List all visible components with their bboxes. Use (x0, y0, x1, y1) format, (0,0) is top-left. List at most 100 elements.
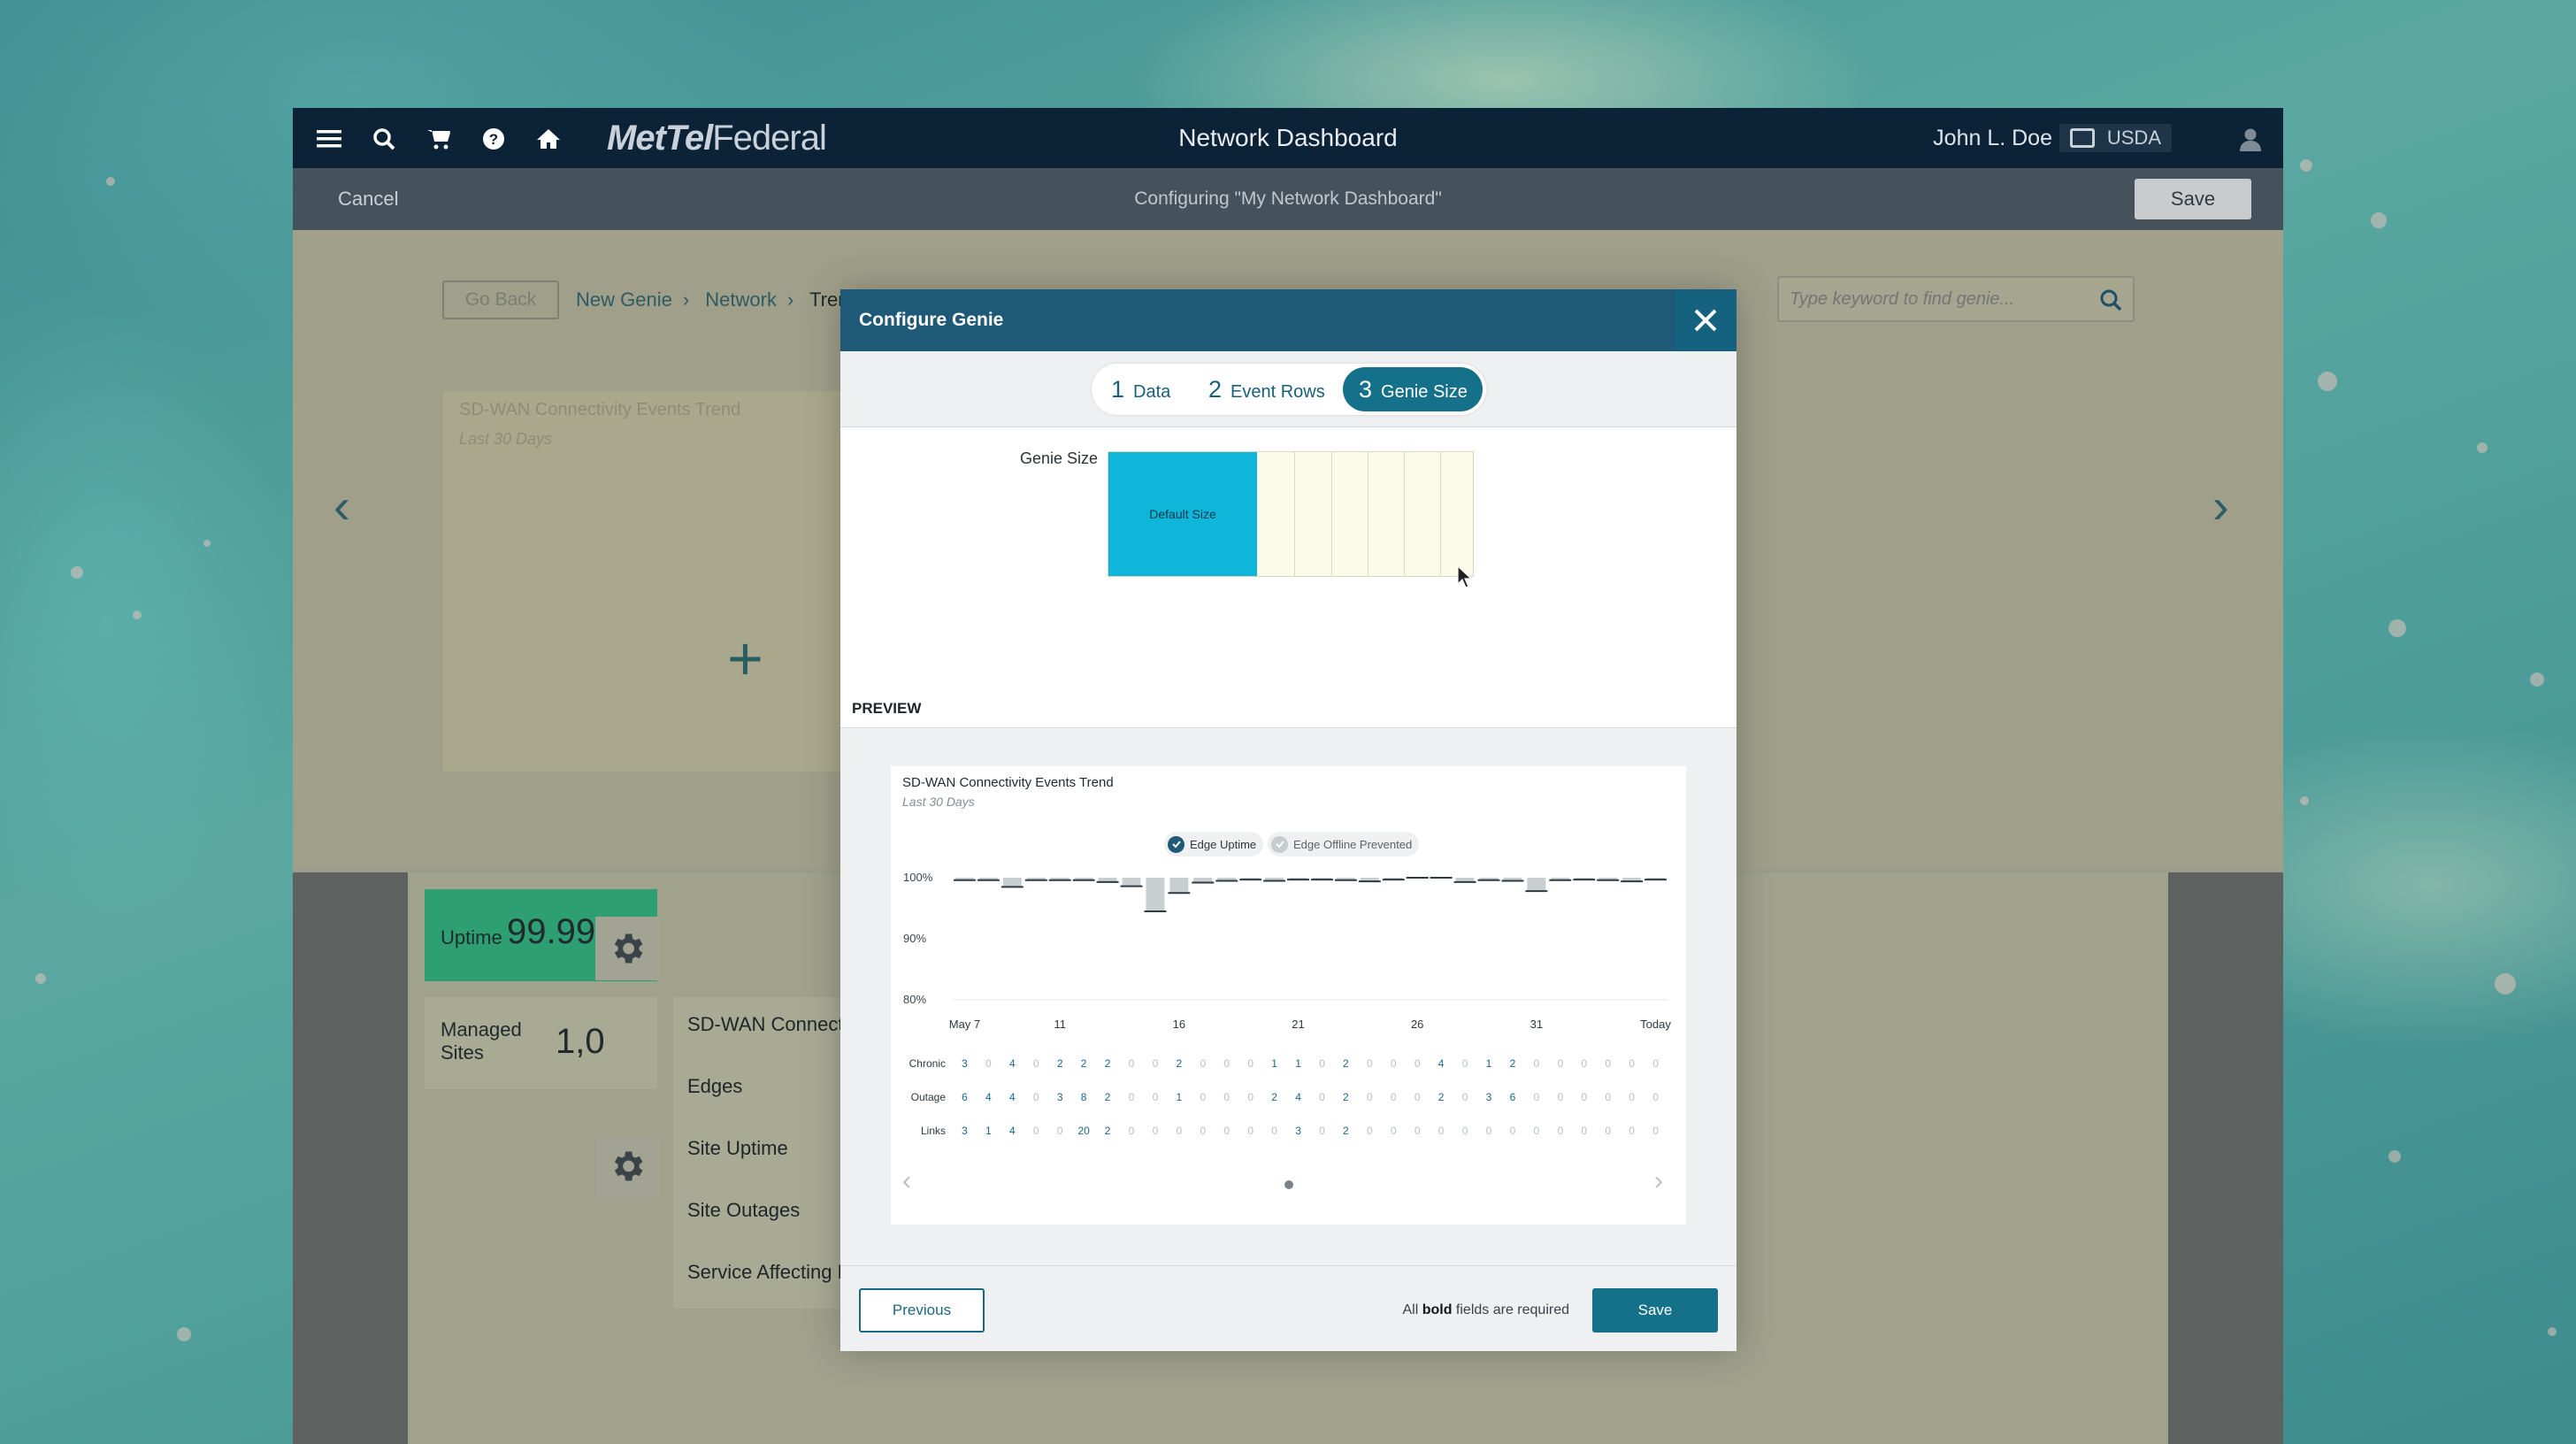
managed-sites-gear-icon[interactable] (595, 1134, 659, 1198)
table-cell-value: 0 (1223, 1091, 1230, 1103)
background-speck (2530, 672, 2544, 687)
uptime-gear-icon[interactable] (595, 917, 659, 980)
pagination-dot[interactable] (1284, 1180, 1293, 1189)
legend-edge-uptime[interactable]: Edge Uptime (1164, 832, 1264, 856)
table-cell-value: 4 (1438, 1057, 1445, 1070)
background-speck (177, 1327, 191, 1341)
table-cell-value: 0 (1652, 1057, 1659, 1070)
menu-icon[interactable] (316, 126, 342, 152)
save-button[interactable]: Save (1592, 1288, 1718, 1333)
uptime-value: 99.99 (507, 912, 596, 951)
table-cell-value: 3 (1486, 1091, 1492, 1103)
add-genie-plus-icon[interactable]: + (727, 627, 763, 689)
list-item[interactable]: SD-WAN Connect (687, 1013, 843, 1036)
user-avatar-icon[interactable] (2237, 126, 2264, 152)
default-size-block[interactable]: Default Size (1108, 452, 1257, 576)
svg-text:?: ? (489, 131, 498, 148)
modal-title: Configure Genie (859, 310, 1004, 330)
table-cell-value: 0 (1414, 1091, 1421, 1103)
background-speck (2388, 1150, 2401, 1163)
carousel-prev-icon[interactable]: ‹ (334, 480, 350, 533)
y-tick-label: 80% (903, 993, 926, 1006)
user-name[interactable]: John L. Doe (1933, 108, 2052, 168)
list-item[interactable]: Site Outages (687, 1199, 800, 1222)
stepper-band: 1 Data 2 Event Rows 3 Genie Size (840, 351, 1736, 427)
table-cell-value: 2 (1510, 1057, 1516, 1070)
x-tick-label: 31 (1530, 1018, 1543, 1031)
size-column-divider (1294, 452, 1295, 576)
background-speck (2371, 212, 2387, 228)
cart-icon[interactable] (426, 126, 452, 152)
step-data[interactable]: 1 Data (1108, 367, 1174, 411)
step-number: 2 (1208, 376, 1223, 403)
table-cell-value: 4 (1009, 1091, 1016, 1103)
managed-sites-label-line2: Sites (441, 1041, 484, 1064)
list-item[interactable]: Site Uptime (687, 1137, 788, 1160)
table-cell-value: 3 (1295, 1125, 1301, 1137)
table-cell-value: 0 (1367, 1057, 1373, 1070)
table-cell-value: 0 (1534, 1057, 1540, 1070)
genie-card-subtitle: Last 30 Days (459, 430, 553, 448)
managed-sites-tile[interactable]: Managed Sites 1,0 (425, 997, 657, 1089)
uptime-gap-bar (1146, 878, 1165, 911)
home-icon[interactable] (535, 126, 562, 152)
genie-search-input[interactable] (1790, 285, 2090, 313)
search-icon[interactable] (371, 126, 397, 152)
table-cell-value: 0 (1247, 1125, 1254, 1137)
genie-size-picker[interactable]: Default Size (1108, 451, 1474, 577)
table-cell-value: 0 (1629, 1125, 1635, 1137)
brand-logo-part1: MetTel (607, 119, 713, 157)
chart-prev-icon[interactable]: ‹ (902, 1168, 911, 1194)
cancel-button[interactable]: Cancel (338, 168, 398, 230)
legend-edge-offline-prevented[interactable]: Edge Offline Prevented (1268, 832, 1420, 856)
carousel-next-icon[interactable]: › (2212, 480, 2229, 533)
table-cell-value: 6 (962, 1091, 968, 1103)
table-cell-value: 0 (1391, 1057, 1397, 1070)
breadcrumb-network[interactable]: Network (705, 288, 777, 311)
step-event-rows[interactable]: 2 Event Rows (1205, 367, 1329, 411)
close-icon[interactable] (1675, 289, 1736, 351)
chevron-right-icon: › (786, 288, 794, 311)
brand-logo[interactable]: MetTel Federal (607, 119, 827, 157)
background-speck (106, 177, 115, 186)
table-cell-value: 0 (1129, 1091, 1135, 1103)
table-cell-value: 6 (1510, 1091, 1516, 1103)
table-cell-value: 1 (1177, 1091, 1183, 1103)
help-icon[interactable]: ? (480, 126, 507, 152)
breadcrumb-new-genie[interactable]: New Genie (576, 288, 672, 311)
table-cell-value: 4 (1009, 1057, 1016, 1070)
dashboard-save-button[interactable]: Save (2135, 179, 2251, 219)
previous-button[interactable]: Previous (859, 1288, 985, 1333)
stepper: 1 Data 2 Event Rows 3 Genie Size (1092, 364, 1486, 415)
go-back-button[interactable]: Go Back (442, 280, 559, 319)
step-label: Data (1133, 382, 1171, 402)
step-label: Event Rows (1230, 382, 1325, 402)
step-genie-size[interactable]: 3 Genie Size (1343, 367, 1483, 411)
background-speck (71, 566, 83, 579)
table-cell-value: 0 (1605, 1125, 1611, 1137)
table-cell-value: 0 (1367, 1091, 1373, 1103)
table-cell-value: 1 (1271, 1057, 1277, 1070)
table-cell-value: 0 (1223, 1125, 1230, 1137)
list-item[interactable]: Edges (687, 1075, 742, 1098)
table-cell-value: 0 (1129, 1057, 1135, 1070)
search-icon[interactable] (2099, 288, 2122, 311)
preview-label: PREVIEW (852, 700, 922, 717)
dashboard-gutter-right (2168, 872, 2283, 1444)
uptime-label: Uptime (441, 926, 502, 949)
chart-next-icon[interactable]: › (1654, 1168, 1663, 1194)
x-tick-label: 11 (1054, 1018, 1066, 1031)
background-speck (2548, 1327, 2557, 1336)
agency-selector[interactable]: USDA (2058, 124, 2172, 152)
table-cell-value: 2 (1105, 1091, 1111, 1103)
table-cell-value: 2 (1343, 1057, 1349, 1070)
table-cell-value: 2 (1271, 1091, 1277, 1103)
background-speck (35, 973, 46, 984)
list-item[interactable]: Service Affecting L (687, 1261, 848, 1284)
size-column-divider (1440, 452, 1441, 576)
table-cell-value: 0 (1462, 1091, 1468, 1103)
required-suffix: fields are required (1455, 1302, 1569, 1317)
mouse-cursor-icon (1457, 565, 1473, 588)
table-cell-value: 0 (1510, 1125, 1516, 1137)
table-cell-value: 0 (1153, 1057, 1159, 1070)
